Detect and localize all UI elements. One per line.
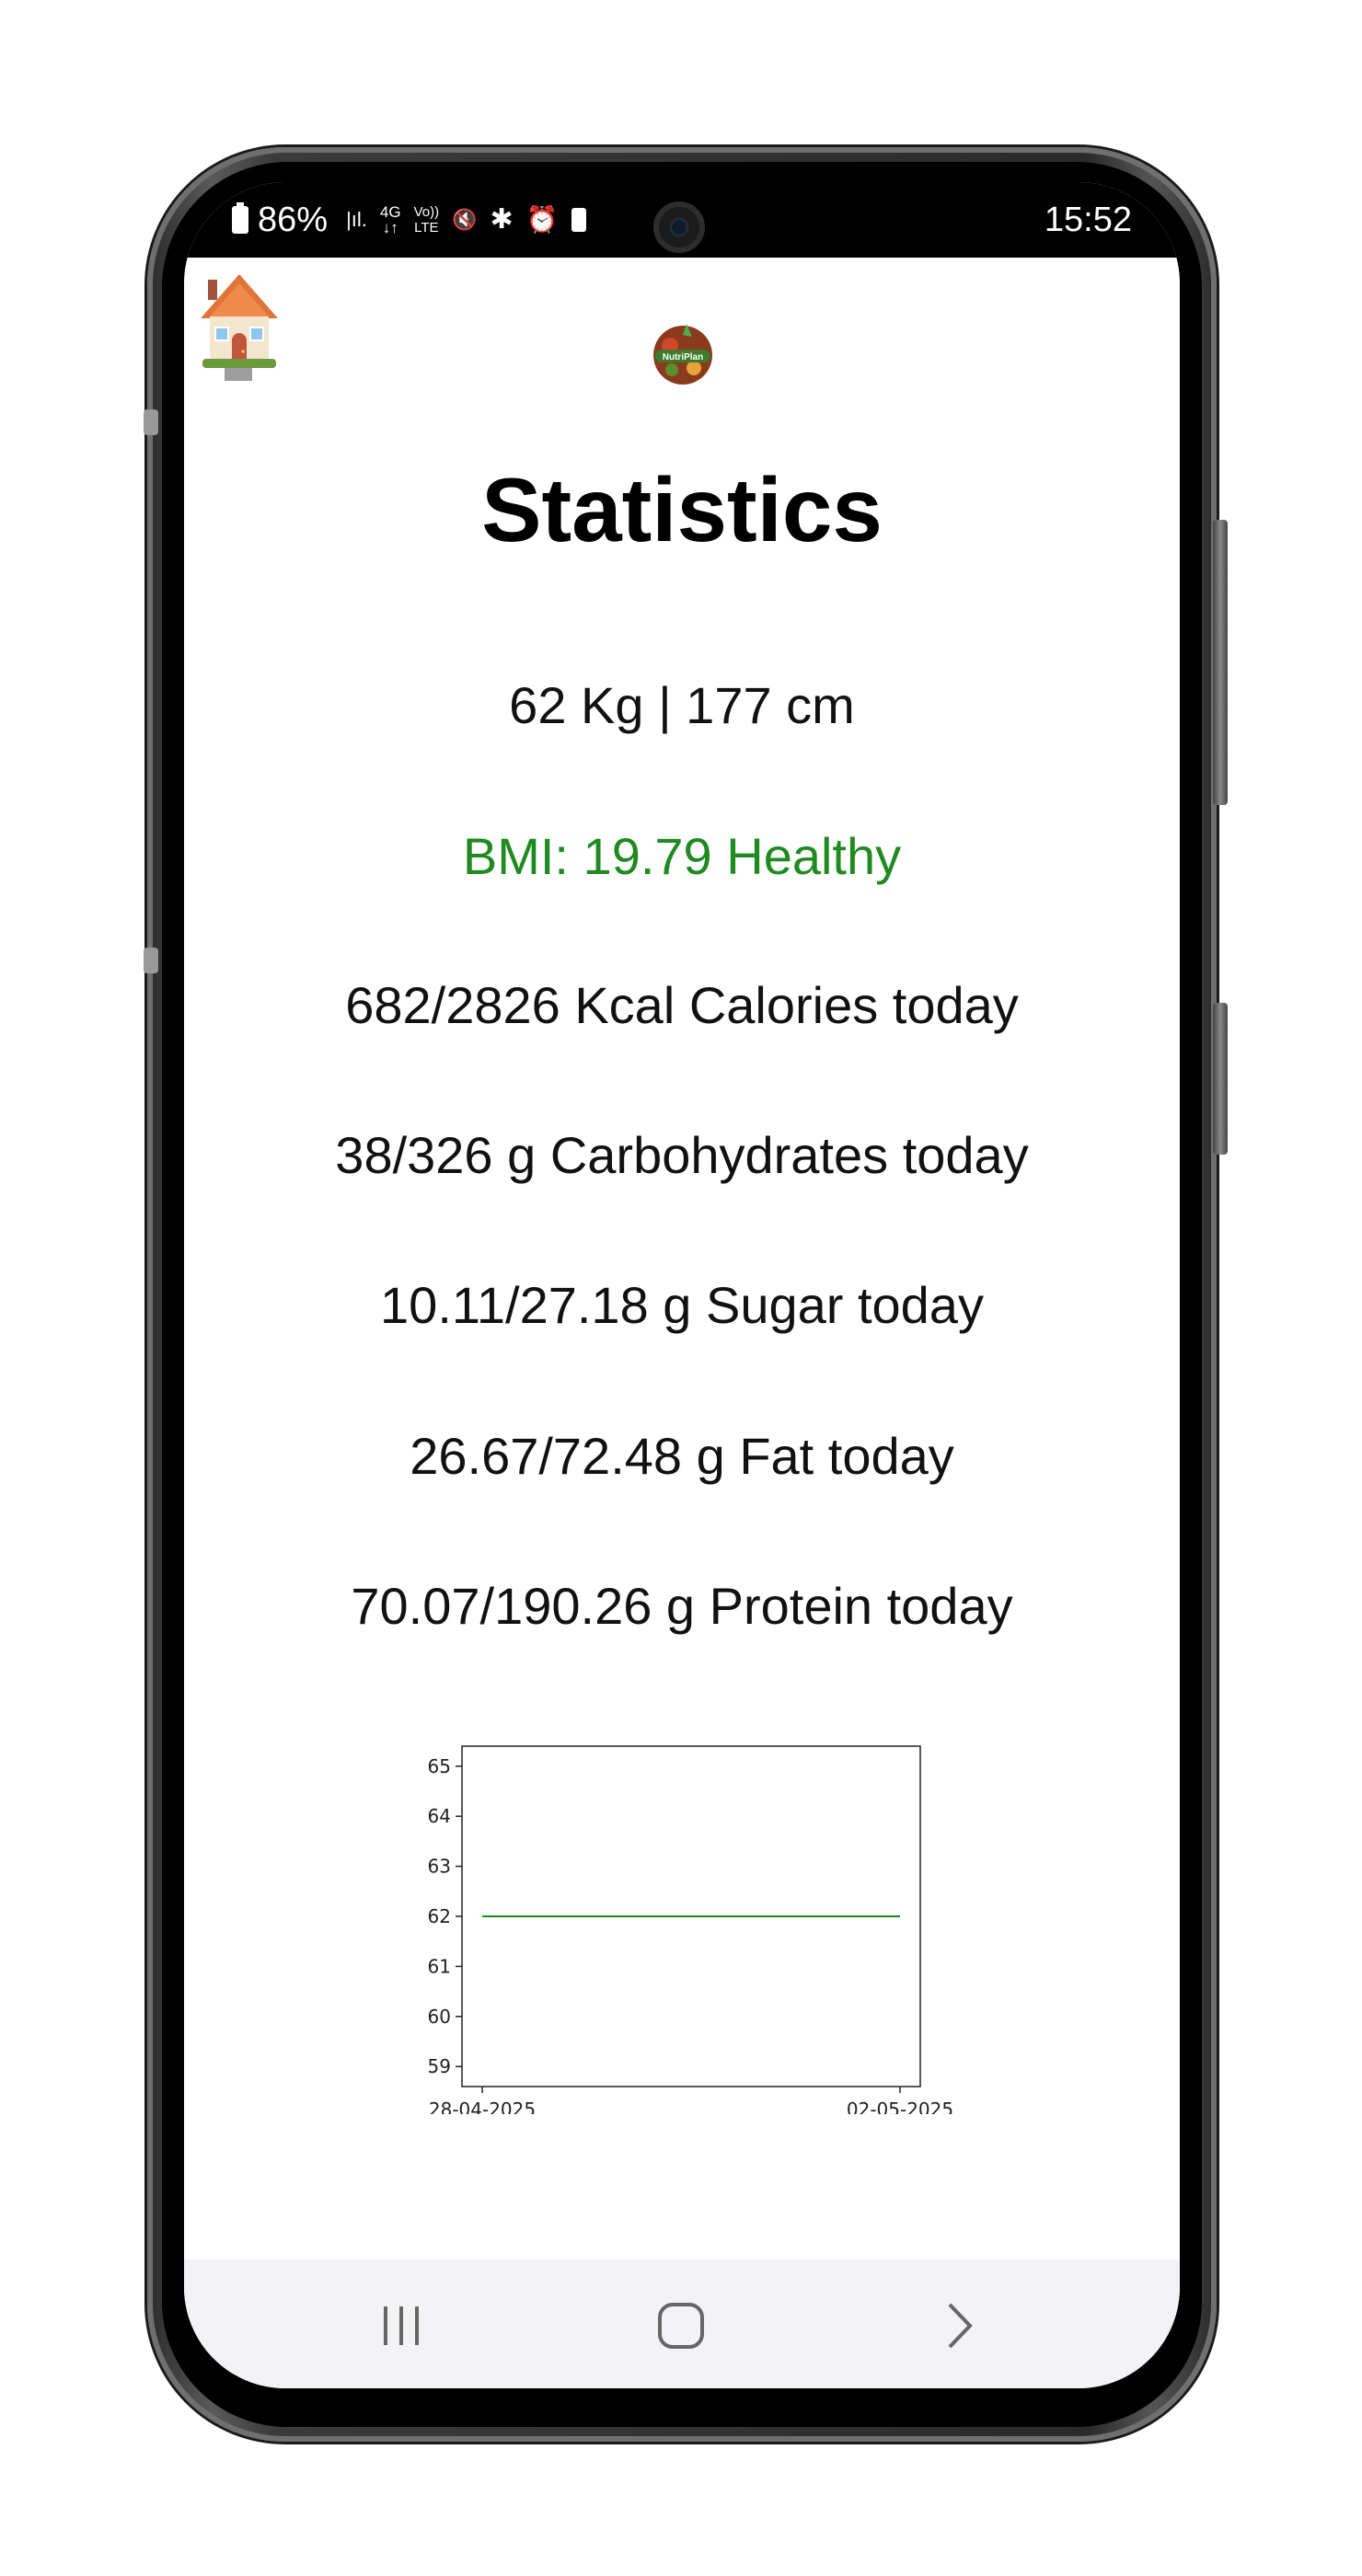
alarm-icon: ⏰	[525, 205, 559, 234]
power-button	[1213, 1003, 1228, 1155]
home-icon	[658, 2303, 704, 2349]
back-button[interactable]	[922, 2298, 996, 2353]
y-tick-label: 62	[428, 1905, 451, 1927]
bmi-text: BMI: 19.79 Healthy	[462, 827, 902, 885]
front-camera	[653, 201, 705, 253]
recents-icon	[384, 2306, 419, 2345]
y-tick-label: 65	[428, 1755, 451, 1777]
status-bar: 86% |ıl. 4G ↓↑ Vo)) LTE 🔇 ✱ ⏰ 15:52	[184, 182, 1180, 258]
x-tick-label: 02-05-2025	[847, 2099, 953, 2114]
bluetooth-icon: ✱	[490, 204, 514, 235]
fat-text: 26.67/72.48 g Fat today	[410, 1427, 954, 1485]
signal-icon: |ıl.	[346, 208, 367, 231]
protein-text: 70.07/190.26 g Protein today	[351, 1577, 1013, 1635]
frame-notch-bottom	[144, 948, 158, 973]
volume-button	[1213, 520, 1228, 805]
chart-svg: 59 60 61 62 63 64 65 28-04-2025 02-05-2025	[428, 1745, 953, 2121]
weight-height-text: 62 Kg | 177 cm	[509, 676, 855, 734]
page-title: Statistics	[481, 459, 883, 560]
back-icon	[948, 2303, 973, 2349]
weight-chart: 59 60 61 62 63 64 65 28-04-2025 02-05-2025	[368, 1728, 1012, 2121]
status-time: 15:52	[1044, 201, 1132, 239]
house-icon[interactable]	[197, 270, 282, 386]
calories-text: 682/2826 Kcal Calories today	[345, 976, 1019, 1034]
y-tick-label: 63	[428, 1856, 451, 1878]
battery-percent: 86%	[258, 200, 329, 239]
logo-text: NutriPlan	[663, 352, 703, 362]
screen: 86% |ıl. 4G ↓↑ Vo)) LTE 🔇 ✱ ⏰ 15:52 Nutr…	[184, 182, 1180, 2388]
battery-icon	[232, 202, 248, 234]
y-tick-label: 61	[428, 1955, 451, 1977]
carbohydrates-text: 38/326 g Carbohydrates today	[335, 1126, 1029, 1184]
y-tick-label: 59	[428, 2055, 451, 2077]
volte-icon: Vo)) LTE	[413, 204, 440, 236]
4g-icon: 4G ↓↑	[379, 203, 401, 236]
battery-saver-icon	[571, 208, 586, 232]
y-tick-label: 60	[428, 2006, 451, 2028]
navigation-bar	[184, 2260, 1180, 2388]
y-tick-label: 64	[428, 1805, 451, 1827]
recents-button[interactable]	[364, 2298, 438, 2353]
sugar-text: 10.11/27.18 g Sugar today	[380, 1276, 984, 1334]
status-left: 86% |ıl. 4G ↓↑ Vo)) LTE 🔇 ✱ ⏰	[232, 199, 586, 241]
x-tick-label: 28-04-2025	[429, 2099, 536, 2114]
status-icons: |ıl. 4G ↓↑ Vo)) LTE 🔇 ✱ ⏰	[346, 203, 586, 236]
home-button[interactable]	[644, 2298, 718, 2353]
mute-icon: 🔇	[452, 208, 478, 231]
frame-notch-top	[144, 409, 158, 435]
nutriplan-logo: NutriPlan	[650, 320, 716, 386]
